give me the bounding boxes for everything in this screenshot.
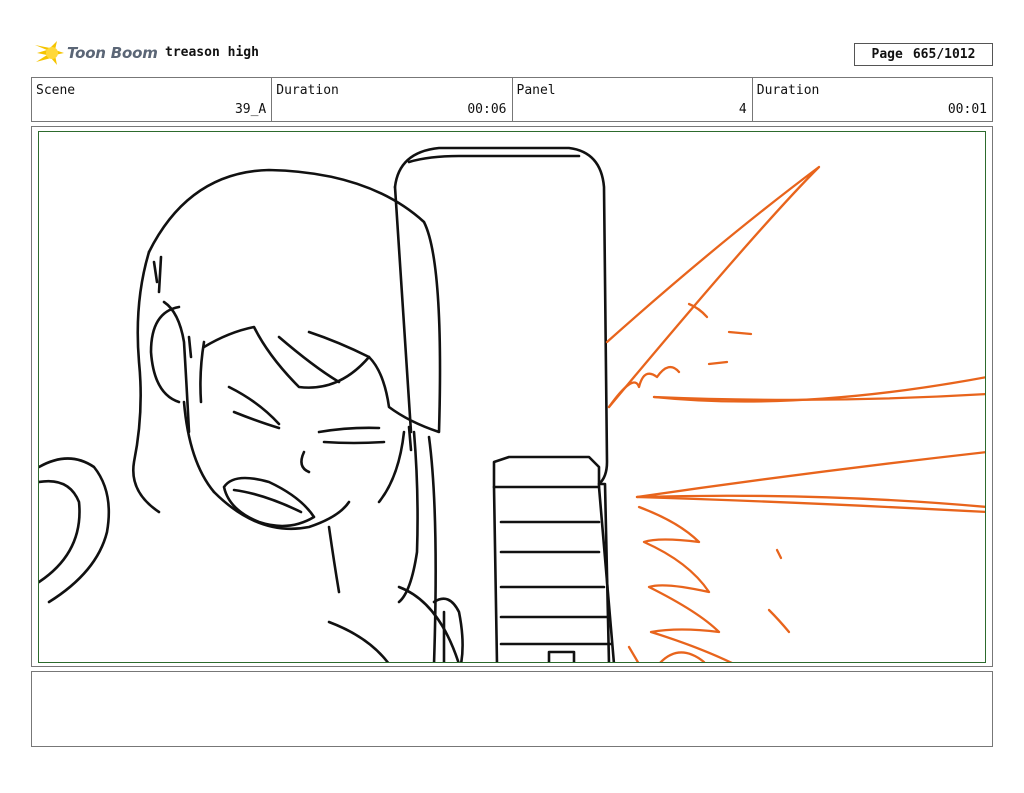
side-figure-sleeve [39,479,81,584]
page-counter: Page 665/1012 [854,43,993,66]
panel-duration-cell: Duration 00:01 [753,78,992,121]
effect-upper-spark-1 [727,330,753,336]
effect-lower-splash [637,505,733,662]
panel-value: 4 [738,102,747,117]
logo-burst-icon [35,41,64,65]
mouth [222,476,316,528]
neck [327,525,341,594]
scene-cell: Scene 39_A [32,78,273,121]
logo-text: Toon Boom [67,44,158,62]
project-title: treason high [165,45,259,60]
nose [300,450,311,474]
scene-label: Scene [36,83,76,98]
collar [327,620,390,662]
effect-upper-spark-2 [707,360,729,366]
hair-strand-2 [307,330,371,359]
effect-lower-spark-2 [767,608,791,634]
panel-drawing-area[interactable] [38,131,986,663]
shoulder [397,585,460,662]
effect-upper-streak [605,165,821,409]
effect-lower-ray-1 [635,451,985,499]
jaw [212,490,351,531]
toon-boom-logo: Toon Boom [33,38,158,68]
microphone-inner-curve [407,154,581,164]
scene-value: 39_A [234,102,267,117]
scene-duration-label: Duration [276,83,339,98]
hair-hatch-3 [187,335,193,359]
panel-sketch [39,146,985,662]
scene-duration-cell: Duration 00:06 [272,78,513,121]
effect-lower-spark-1 [775,548,783,560]
page-label: Page [871,47,903,62]
hair-right-lock-2 [427,435,437,662]
left-eye-lash [232,410,281,430]
right-eye [317,426,381,434]
storyboard-header: Toon Boom treason high Page 665/1012 [31,36,993,70]
hair-hatch-2 [157,255,163,294]
microphone-foot [547,650,576,662]
effect-lower-ray-2 [635,494,985,508]
right-eye-lash [322,440,386,445]
hair-hatch-1 [152,260,159,284]
effect-upper-zigzag [607,365,681,409]
effect-upper-ray-2 [652,392,985,402]
panel-info-row: Scene 39_A Duration 00:06 Panel 4 Durati… [31,77,993,122]
panel-duration-value: 00:01 [947,102,987,117]
hand [432,597,464,662]
panel-frame [31,126,993,667]
microphone-left-edge [393,185,413,434]
ear [149,305,181,404]
panel-duration-label: Duration [756,83,820,98]
scene-duration-value: 00:06 [467,102,507,117]
microphone-clamp [492,455,601,489]
page-value: 665/1012 [912,47,976,62]
hair-left-strands [131,250,161,514]
effect-lower-ray-3 [635,495,985,514]
effect-lower-splash-2 [659,651,706,662]
panel-label: Panel [516,83,556,98]
effect-lower-spark-3 [627,645,640,662]
panel-cell: Panel 4 [513,78,753,121]
hair-fringe [199,340,206,404]
microphone-stand [492,485,499,662]
panel-notes-box[interactable] [31,671,993,747]
hair-right-lock [397,430,419,604]
